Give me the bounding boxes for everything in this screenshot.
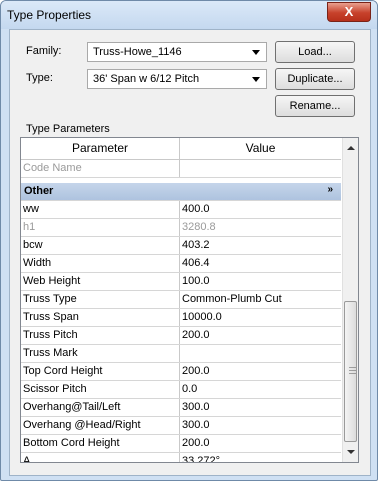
parameter-value[interactable]: 400.0	[182, 203, 338, 215]
parameter-value[interactable]: 100.0	[182, 275, 338, 287]
parameter-name: Bottom Cord Height	[23, 437, 120, 449]
close-icon: X	[344, 4, 354, 19]
parameter-value[interactable]: Common-Plumb Cut	[182, 293, 338, 305]
table-row[interactable]: A 33.272°	[21, 453, 341, 463]
parameter-value[interactable]: 200.0	[182, 437, 338, 449]
group-name: Other	[24, 185, 54, 197]
title-bar[interactable]: Type Properties X	[1, 1, 377, 29]
load-button[interactable]: Load...	[275, 41, 355, 63]
chevron-down-icon	[252, 77, 260, 82]
parameter-name: Truss Type	[23, 293, 77, 305]
parameter-column-header[interactable]: Parameter	[21, 138, 180, 160]
parameter-name: Truss Pitch	[23, 329, 78, 341]
scroll-up-icon[interactable]	[347, 146, 355, 150]
rename-button[interactable]: Rename...	[275, 95, 355, 117]
table-row[interactable]: Overhang@Tail/Left 300.0	[21, 399, 341, 417]
parameter-name: Truss Span	[23, 311, 79, 323]
parameter-name: ww	[23, 203, 39, 215]
code-name-row[interactable]: Code Name	[21, 160, 341, 178]
close-button[interactable]: X	[327, 2, 371, 22]
parameter-value[interactable]: 0.0	[182, 383, 338, 395]
parameter-value[interactable]: 300.0	[182, 419, 338, 431]
table-row[interactable]: ww 400.0	[21, 201, 341, 219]
parameter-rows: Code Name Other » ww 400.0 h1 3280.8 bcw 403.…	[21, 160, 341, 463]
family-label: Family:	[26, 45, 62, 57]
table-row[interactable]: Truss Mark	[21, 345, 341, 363]
group-header-other[interactable]: Other »	[21, 183, 341, 201]
parameter-name: Overhang @Head/Right	[23, 419, 141, 431]
parameter-value[interactable]: 33.272°	[182, 455, 338, 462]
parameter-name: Scissor Pitch	[23, 383, 87, 395]
type-value: 36' Span w 6/12 Pitch	[93, 73, 200, 85]
table-row[interactable]: Truss Span 10000.0	[21, 309, 341, 327]
parameter-value[interactable]: 403.2	[182, 239, 338, 251]
table-row[interactable]: Width 406.4	[21, 255, 341, 273]
parameter-value[interactable]: 300.0	[182, 401, 338, 413]
scrollbar-thumb[interactable]: — — —	[344, 301, 357, 442]
parameter-value[interactable]: 3280.8	[182, 221, 338, 233]
table-row[interactable]: Truss Pitch 200.0	[21, 327, 341, 345]
parameter-name: Width	[23, 257, 52, 269]
parameter-name: Top Cord Height	[23, 365, 103, 377]
parameter-name: Overhang@Tail/Left	[23, 401, 121, 413]
table-row[interactable]: Web Height 100.0	[21, 273, 341, 291]
parameter-name: Truss Mark	[23, 347, 78, 359]
type-parameters-grid: Parameter Value Code Name Other » ww 400.…	[20, 137, 359, 463]
parameter-value[interactable]: 200.0	[182, 365, 338, 377]
parameter-name: h1	[23, 221, 36, 233]
parameter-name: A	[23, 455, 31, 463]
parameter-name: Web Height	[23, 275, 81, 287]
value-column-header[interactable]: Value	[180, 138, 341, 160]
parameter-list: ww 400.0 h1 3280.8 bcw 403.2 Width 406.4 Web Hei…	[21, 201, 341, 463]
table-row[interactable]: Bottom Cord Height 200.0	[21, 435, 341, 453]
family-value: Truss-Howe_1146	[93, 46, 182, 58]
vertical-scrollbar[interactable]: — — —	[342, 138, 358, 462]
parameter-value[interactable]: 406.4	[182, 257, 338, 269]
family-dropdown[interactable]: Truss-Howe_1146	[87, 42, 267, 62]
table-row[interactable]: Scissor Pitch 0.0	[21, 381, 341, 399]
table-row[interactable]: Top Cord Height 200.0	[21, 363, 341, 381]
type-parameters-label: Type Parameters	[26, 123, 110, 135]
type-properties-window: Type Properties X Family: Truss-Howe_114…	[0, 0, 378, 481]
table-row[interactable]: h1 3280.8	[21, 219, 341, 237]
chevron-down-icon	[252, 50, 260, 55]
parameter-value[interactable]: 10000.0	[182, 311, 338, 323]
parameter-name: bcw	[23, 239, 43, 251]
window-title: Type Properties	[7, 8, 92, 22]
type-label: Type:	[26, 72, 53, 84]
table-row[interactable]: bcw 403.2	[21, 237, 341, 255]
parameter-name: Code Name	[23, 162, 82, 174]
parameter-value[interactable]: 200.0	[182, 329, 338, 341]
collapse-icon[interactable]: »	[327, 184, 333, 195]
scroll-down-icon[interactable]	[347, 450, 355, 454]
type-dropdown[interactable]: 36' Span w 6/12 Pitch	[87, 69, 267, 89]
grip-icon: — — —	[349, 364, 356, 377]
table-row[interactable]: Overhang @Head/Right 300.0	[21, 417, 341, 435]
duplicate-button[interactable]: Duplicate...	[275, 68, 355, 90]
table-row[interactable]: Truss Type Common-Plumb Cut	[21, 291, 341, 309]
